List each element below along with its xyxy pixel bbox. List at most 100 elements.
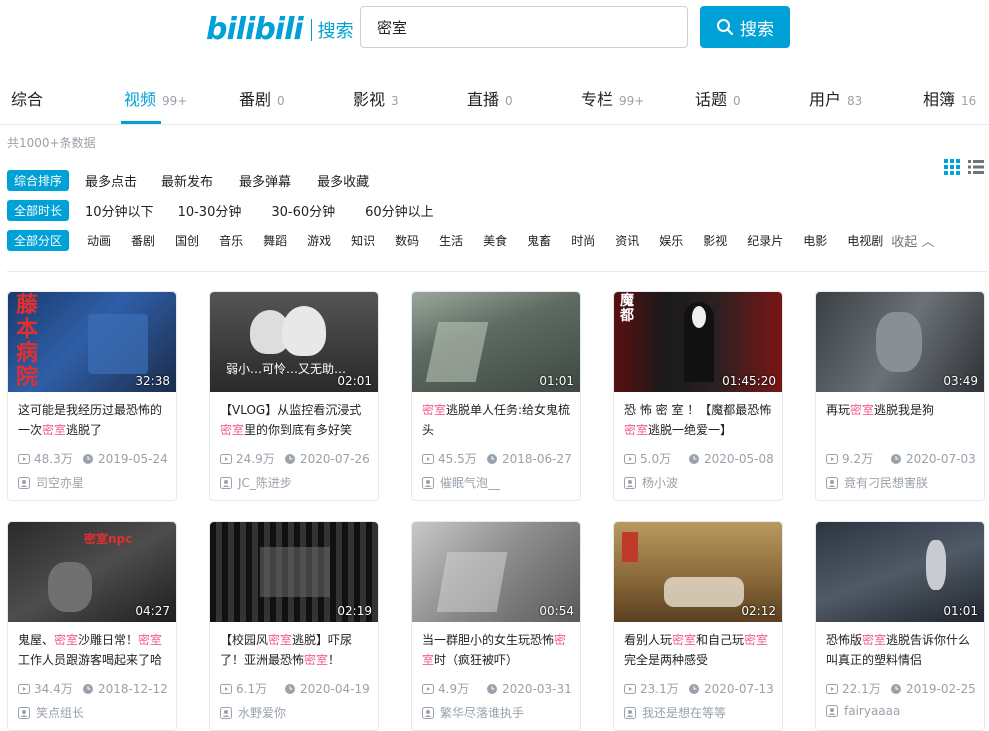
video-card[interactable]: 密室npc 04:27 鬼屋、密室沙雕日常！密室工作人员跟游客喝起来了哈 34.… [7, 521, 177, 731]
video-thumbnail[interactable]: 弱小…可怜…又无助… 02:01 [210, 292, 378, 392]
tab-user[interactable]: 用户 83 [809, 86, 862, 110]
video-title[interactable]: 密室逃脱单人任务:给女鬼梳头 [422, 400, 572, 440]
zone-filter-active[interactable]: 全部分区 [7, 230, 70, 251]
zone-option[interactable]: 影视 [703, 232, 727, 249]
zone-option[interactable]: 时尚 [571, 232, 595, 249]
zone-option[interactable]: 生活 [439, 232, 463, 249]
tab-count: 99+ [619, 94, 645, 108]
search-input[interactable]: 密室 [360, 6, 688, 48]
view-count: 48.3万 [34, 452, 73, 466]
user-icon [18, 706, 30, 719]
zone-option[interactable]: 数码 [395, 232, 419, 249]
tab-article[interactable]: 专栏 99+ [581, 86, 644, 110]
header: bilibili 搜索 密室 搜索 [0, 0, 989, 60]
duration-option[interactable]: 10-30分钟 [178, 201, 242, 220]
grid-view-icon[interactable] [944, 159, 960, 175]
video-title[interactable]: 【校园风密室逃脱】吓尿了！亚洲最恐怖密室！ [220, 630, 370, 670]
video-duration: 00:54 [539, 604, 574, 618]
tab-film[interactable]: 影视 3 [353, 86, 399, 110]
uploader[interactable]: 水野爱你 [220, 704, 286, 721]
video-thumbnail[interactable]: 密室npc 04:27 [8, 522, 176, 622]
zone-option[interactable]: 资讯 [615, 232, 639, 249]
zone-option[interactable]: 音乐 [219, 232, 243, 249]
list-view-icon[interactable] [968, 159, 984, 175]
zone-option[interactable]: 美食 [483, 232, 507, 249]
sort-option[interactable]: 最多弹幕 [239, 171, 291, 190]
uploader[interactable]: 催眠气泡__ [422, 474, 500, 491]
video-title[interactable]: 这可能是我经历过最恐怖的一次密室逃脱了 [18, 400, 168, 440]
video-thumbnail[interactable]: 02:19 [210, 522, 378, 622]
video-thumbnail[interactable]: 藤本病院 32:38 [8, 292, 176, 392]
uploader[interactable]: 杨小波 [624, 474, 678, 491]
video-thumbnail[interactable]: 01:01 [816, 522, 984, 622]
uploader[interactable]: 我还是想在等等 [624, 704, 726, 721]
duration-option[interactable]: 30-60分钟 [271, 201, 335, 220]
zone-option[interactable]: 电影 [803, 232, 827, 249]
duration-option[interactable]: 10分钟以下 [85, 201, 154, 220]
logo-subtitle: 搜索 [317, 20, 354, 42]
zone-option[interactable]: 游戏 [307, 232, 331, 249]
video-title[interactable]: 【VLOG】从监控看沉浸式密室里的你到底有多好笑 [220, 400, 370, 440]
video-thumbnail[interactable]: 00:54 [412, 522, 580, 622]
collapse-label: 收起 [891, 235, 918, 250]
title-keyword: 密室 [672, 633, 697, 647]
video-title[interactable]: 恐怖版密室逃脱告诉你什么叫真正的塑料情侣 [826, 630, 976, 670]
tab-album[interactable]: 相簿 16 [923, 86, 976, 110]
video-card[interactable]: 03:49 再玩密室逃脱我是狗 9.2万 2020-07-03 竟有刁民想害朕 [815, 291, 985, 501]
video-title[interactable]: 再玩密室逃脱我是狗 [826, 400, 976, 440]
title-text: 工作人员跟游客喝起来了哈 [18, 653, 163, 667]
video-card[interactable]: 02:19 【校园风密室逃脱】吓尿了！亚洲最恐怖密室！ 6.1万 2020-04… [209, 521, 379, 731]
video-title[interactable]: 恐 怖 密 室 ！【魔都最恐怖密室逃脱一绝爱一】 [624, 400, 774, 440]
duration-filter-active[interactable]: 全部时长 [7, 200, 70, 221]
uploader-name: 水野爱你 [238, 706, 287, 720]
zone-option[interactable]: 国创 [175, 232, 199, 249]
video-card[interactable]: 弱小…可怜…又无助… 02:01 【VLOG】从监控看沉浸式密室里的你到底有多好… [209, 291, 379, 501]
sort-option[interactable]: 最新发布 [161, 171, 213, 190]
video-card[interactable]: 02:12 看别人玩密室和自己玩密室完全是两种感受 23.1万 2020-07-… [613, 521, 783, 731]
tab-bangumi[interactable]: 番剧 0 [239, 86, 285, 110]
uploader[interactable]: 竟有刁民想害朕 [826, 474, 928, 491]
video-thumbnail[interactable]: 魔都 01:45:20 [614, 292, 782, 392]
title-text: 时（疯狂被吓） [434, 653, 519, 667]
sort-option[interactable]: 最多点击 [85, 171, 137, 190]
bilibili-logo[interactable]: bilibili 搜索 [206, 12, 354, 47]
zone-option[interactable]: 电视剧 [847, 232, 883, 249]
user-icon [220, 476, 232, 489]
video-duration: 01:01 [943, 604, 978, 618]
tab-live[interactable]: 直播 0 [467, 86, 513, 110]
zone-option[interactable]: 知识 [351, 232, 375, 249]
video-title[interactable]: 鬼屋、密室沙雕日常！密室工作人员跟游客喝起来了哈 [18, 630, 168, 670]
search-button[interactable]: 搜索 [700, 6, 790, 48]
video-title[interactable]: 当一群胆小的女生玩恐怖密室时（疯狂被吓） [422, 630, 572, 670]
upload-date: 2020-07-26 [300, 451, 370, 466]
video-title[interactable]: 看别人玩密室和自己玩密室完全是两种感受 [624, 630, 774, 670]
video-thumbnail[interactable]: 01:01 [412, 292, 580, 392]
zone-option[interactable]: 番剧 [131, 232, 155, 249]
video-card[interactable]: 01:01 恐怖版密室逃脱告诉你什么叫真正的塑料情侣 22.1万 2019-02… [815, 521, 985, 731]
title-keyword: 密室 [220, 423, 245, 437]
zone-option[interactable]: 舞蹈 [263, 232, 287, 249]
uploader[interactable]: 司空亦星 [18, 474, 84, 491]
tab-video[interactable]: 视频 99+ [124, 86, 187, 110]
sort-filter-active[interactable]: 综合排序 [7, 170, 70, 191]
uploader[interactable]: 繁华尽落谁执手 [422, 704, 524, 721]
duration-option[interactable]: 60分钟以上 [365, 201, 434, 220]
zone-option[interactable]: 动画 [87, 232, 111, 249]
video-thumbnail[interactable]: 02:12 [614, 522, 782, 622]
video-thumbnail[interactable]: 03:49 [816, 292, 984, 392]
tab-topic[interactable]: 话题 0 [695, 86, 741, 110]
uploader[interactable]: 笑点组长 [18, 704, 84, 721]
video-card[interactable]: 藤本病院 32:38 这可能是我经历过最恐怖的一次密室逃脱了 48.3万 201… [7, 291, 177, 501]
zone-option[interactable]: 娱乐 [659, 232, 683, 249]
video-card[interactable]: 魔都 01:45:20 恐 怖 密 室 ！【魔都最恐怖密室逃脱一绝爱一】 5.0… [613, 291, 783, 501]
zone-option[interactable]: 鬼畜 [527, 232, 551, 249]
tab-all[interactable]: 综合 [11, 86, 43, 110]
uploader[interactable]: JC_陈进步 [220, 474, 292, 491]
zone-option[interactable]: 纪录片 [747, 232, 783, 249]
active-tab-indicator [121, 121, 161, 124]
video-card[interactable]: 00:54 当一群胆小的女生玩恐怖密室时（疯狂被吓） 4.9万 2020-03-… [411, 521, 581, 731]
collapse-button[interactable]: 收起 ︿ [891, 231, 934, 250]
video-card[interactable]: 01:01 密室逃脱单人任务:给女鬼梳头 45.5万 2018-06-27 催眠… [411, 291, 581, 501]
sort-option[interactable]: 最多收藏 [317, 171, 369, 190]
uploader[interactable]: fairyaaaa [826, 704, 900, 718]
